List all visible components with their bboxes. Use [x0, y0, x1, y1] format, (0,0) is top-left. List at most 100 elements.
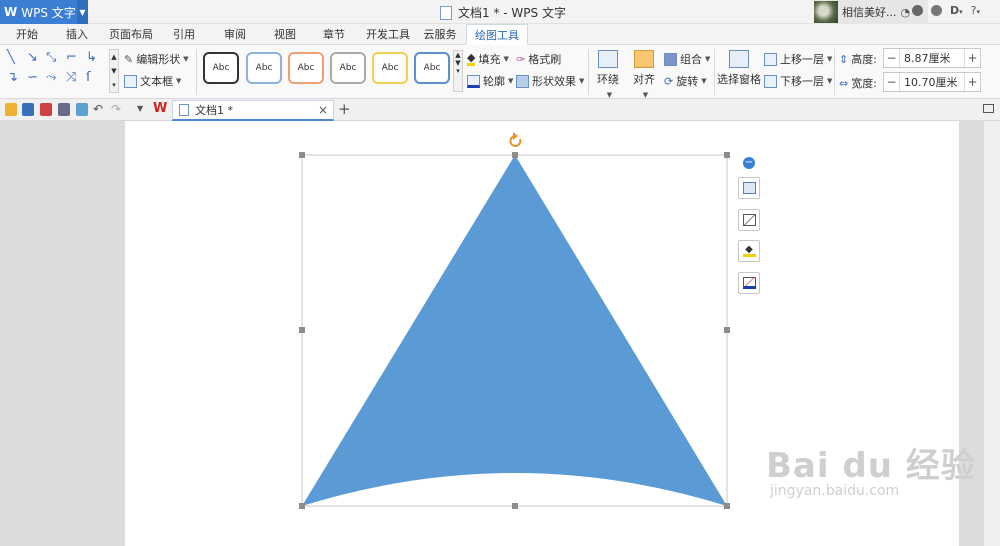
- print-preview-icon[interactable]: [76, 103, 88, 116]
- skin-icon[interactable]: [912, 5, 923, 16]
- document-tab-icon: [179, 104, 189, 116]
- title-bar: W WPS 文字 ▼ 文档1 * - WPS 文字 相信美好... ◔ ▼ D▾…: [0, 0, 1000, 24]
- document-icon: [440, 5, 452, 20]
- user-account[interactable]: 相信美好... ◔ ▼: [814, 0, 928, 24]
- feedback-icon[interactable]: D▾: [950, 4, 963, 17]
- shape-effects-button[interactable]: 形状效果 ▼: [516, 73, 584, 89]
- document-tab-title: 文档1 *: [195, 104, 233, 117]
- vertical-scrollbar[interactable]: [983, 121, 1000, 546]
- close-tab-icon[interactable]: ×: [318, 103, 328, 117]
- width-label: ⇔ 宽度:: [839, 76, 877, 91]
- height-stepper[interactable]: − 8.87厘米 +: [883, 48, 981, 68]
- tab-developer[interactable]: 开发工具: [362, 24, 414, 45]
- send-backward-button[interactable]: 下移一层 ▼: [764, 73, 832, 89]
- group-divider: [588, 49, 589, 95]
- shape-outline-icon[interactable]: [738, 209, 760, 231]
- tab-home[interactable]: 开始: [8, 24, 46, 45]
- bring-forward-button[interactable]: 上移一层 ▼: [764, 51, 832, 67]
- arrow-shape-icon[interactable]: ↘: [27, 51, 38, 65]
- shape-style-4[interactable]: Abc: [330, 52, 366, 84]
- bring-forward-label: 上移一层: [780, 53, 824, 66]
- ribbon-toggle-icon[interactable]: [983, 104, 994, 113]
- width-input[interactable]: 10.70厘米: [900, 74, 964, 90]
- height-input[interactable]: 8.87厘米: [900, 50, 964, 66]
- save-icon[interactable]: [22, 103, 34, 116]
- curved-connector-icon[interactable]: ∽: [27, 71, 38, 85]
- curved-arrow-connector-icon[interactable]: ⤳: [46, 71, 56, 85]
- notification-bell-icon[interactable]: ◔: [901, 6, 911, 19]
- line-style-icon[interactable]: [738, 272, 760, 294]
- curved-double-arrow-icon[interactable]: ⤨: [66, 71, 76, 85]
- rotate-button[interactable]: ⟳ 旋转 ▼: [664, 73, 707, 89]
- outline-icon: [467, 74, 480, 88]
- undo-icon[interactable]: ↶: [93, 102, 103, 116]
- tab-insert[interactable]: 插入: [58, 24, 96, 45]
- avatar[interactable]: [814, 1, 838, 23]
- collapse-tools-button[interactable]: −: [743, 157, 755, 169]
- fill-bucket-icon: ◆: [467, 50, 476, 66]
- layout-options-icon[interactable]: [738, 177, 760, 199]
- height-increase-button[interactable]: +: [964, 49, 980, 67]
- window-title-text: 文档1 * - WPS 文字: [458, 6, 566, 20]
- line-shape-icon[interactable]: ╲: [7, 51, 15, 65]
- width-increase-button[interactable]: +: [964, 73, 980, 91]
- outline-button[interactable]: 轮廓 ▼: [467, 73, 513, 89]
- tab-cloud-services[interactable]: 云服务: [420, 24, 460, 45]
- app-menu-button[interactable]: W WPS 文字 ▼: [0, 0, 88, 24]
- tab-page-layout[interactable]: 页面布局: [105, 24, 157, 45]
- open-folder-icon[interactable]: [5, 103, 17, 116]
- rotate-icon: ⟳: [664, 74, 674, 88]
- width-stepper[interactable]: − 10.70厘米 +: [883, 72, 981, 92]
- text-box-button[interactable]: 文本框 ▼: [124, 73, 181, 89]
- elbow-double-arrow-icon[interactable]: ↴: [7, 71, 18, 85]
- customize-toolbar-icon[interactable]: ▼: [137, 104, 143, 113]
- tab-view[interactable]: 视图: [266, 24, 304, 45]
- style-gallery-scroll[interactable]: ▲ ▼ ▾: [453, 50, 463, 92]
- group-divider: [196, 49, 197, 95]
- align-button[interactable]: 对齐▼: [629, 48, 659, 100]
- tab-references[interactable]: 引用: [166, 24, 202, 45]
- double-arrow-shape-icon[interactable]: ⤡: [46, 51, 56, 65]
- print-icon[interactable]: [58, 103, 70, 116]
- elbow-connector-icon[interactable]: ⌐: [66, 51, 77, 65]
- wps-logo: W: [4, 5, 18, 19]
- wps-docer-icon[interactable]: W: [153, 101, 167, 116]
- shape-style-5[interactable]: Abc: [372, 52, 408, 84]
- height-decrease-button[interactable]: −: [884, 49, 900, 67]
- selection-pane-button[interactable]: 选择窗格: [716, 48, 762, 87]
- bring-forward-icon: [764, 52, 777, 66]
- align-label: 对齐: [633, 73, 655, 86]
- shape-gallery-scroll[interactable]: ▲ ▼ ▾: [109, 49, 119, 93]
- window-title: 文档1 * - WPS 文字: [440, 4, 566, 21]
- shape-style-6[interactable]: Abc: [414, 52, 450, 84]
- freeform-curve-icon[interactable]: ſ: [86, 71, 91, 85]
- align-icon: [634, 50, 654, 68]
- menu-bar: 开始 插入 页面布局 引用 审阅 视图 章节 开发工具 云服务 绘图工具: [0, 24, 1000, 45]
- document-tab[interactable]: 文档1 * ×: [172, 100, 334, 121]
- group-button[interactable]: 组合 ▼: [664, 51, 710, 67]
- app-menu-dropdown-icon[interactable]: ▼: [77, 0, 88, 24]
- fill-button[interactable]: ◆ 填充 ▼: [467, 51, 509, 67]
- width-decrease-button[interactable]: −: [884, 73, 900, 91]
- help-icon[interactable]: ?▾: [971, 4, 980, 17]
- watermark-main: Bai du 经验: [766, 446, 976, 486]
- edit-shape-button[interactable]: ✎ 编辑形状 ▼: [124, 51, 189, 67]
- shape-fill-icon[interactable]: ◆: [738, 240, 760, 262]
- wrap-button[interactable]: 环绕▼: [593, 48, 623, 100]
- shape-style-3[interactable]: Abc: [288, 52, 324, 84]
- title-bar-icons: D▾ ?▾: [912, 4, 980, 17]
- tab-review[interactable]: 审阅: [216, 24, 254, 45]
- selection-pane-label: 选择窗格: [717, 73, 761, 86]
- format-painter-button[interactable]: ✑ 格式刷: [516, 51, 561, 67]
- export-pdf-icon[interactable]: [40, 103, 52, 116]
- tab-drawing-tools[interactable]: 绘图工具: [466, 24, 528, 45]
- edit-shape-label: 编辑形状: [136, 53, 181, 66]
- send-backward-icon: [764, 74, 777, 88]
- tab-chapter[interactable]: 章节: [315, 24, 353, 45]
- shape-style-2[interactable]: Abc: [246, 52, 282, 84]
- new-tab-button[interactable]: +: [338, 100, 351, 118]
- redo-icon[interactable]: ↷: [111, 102, 121, 116]
- settings-icon[interactable]: [931, 5, 942, 16]
- shape-style-1[interactable]: Abc: [203, 52, 239, 84]
- elbow-arrow-connector-icon[interactable]: ↳: [86, 51, 97, 65]
